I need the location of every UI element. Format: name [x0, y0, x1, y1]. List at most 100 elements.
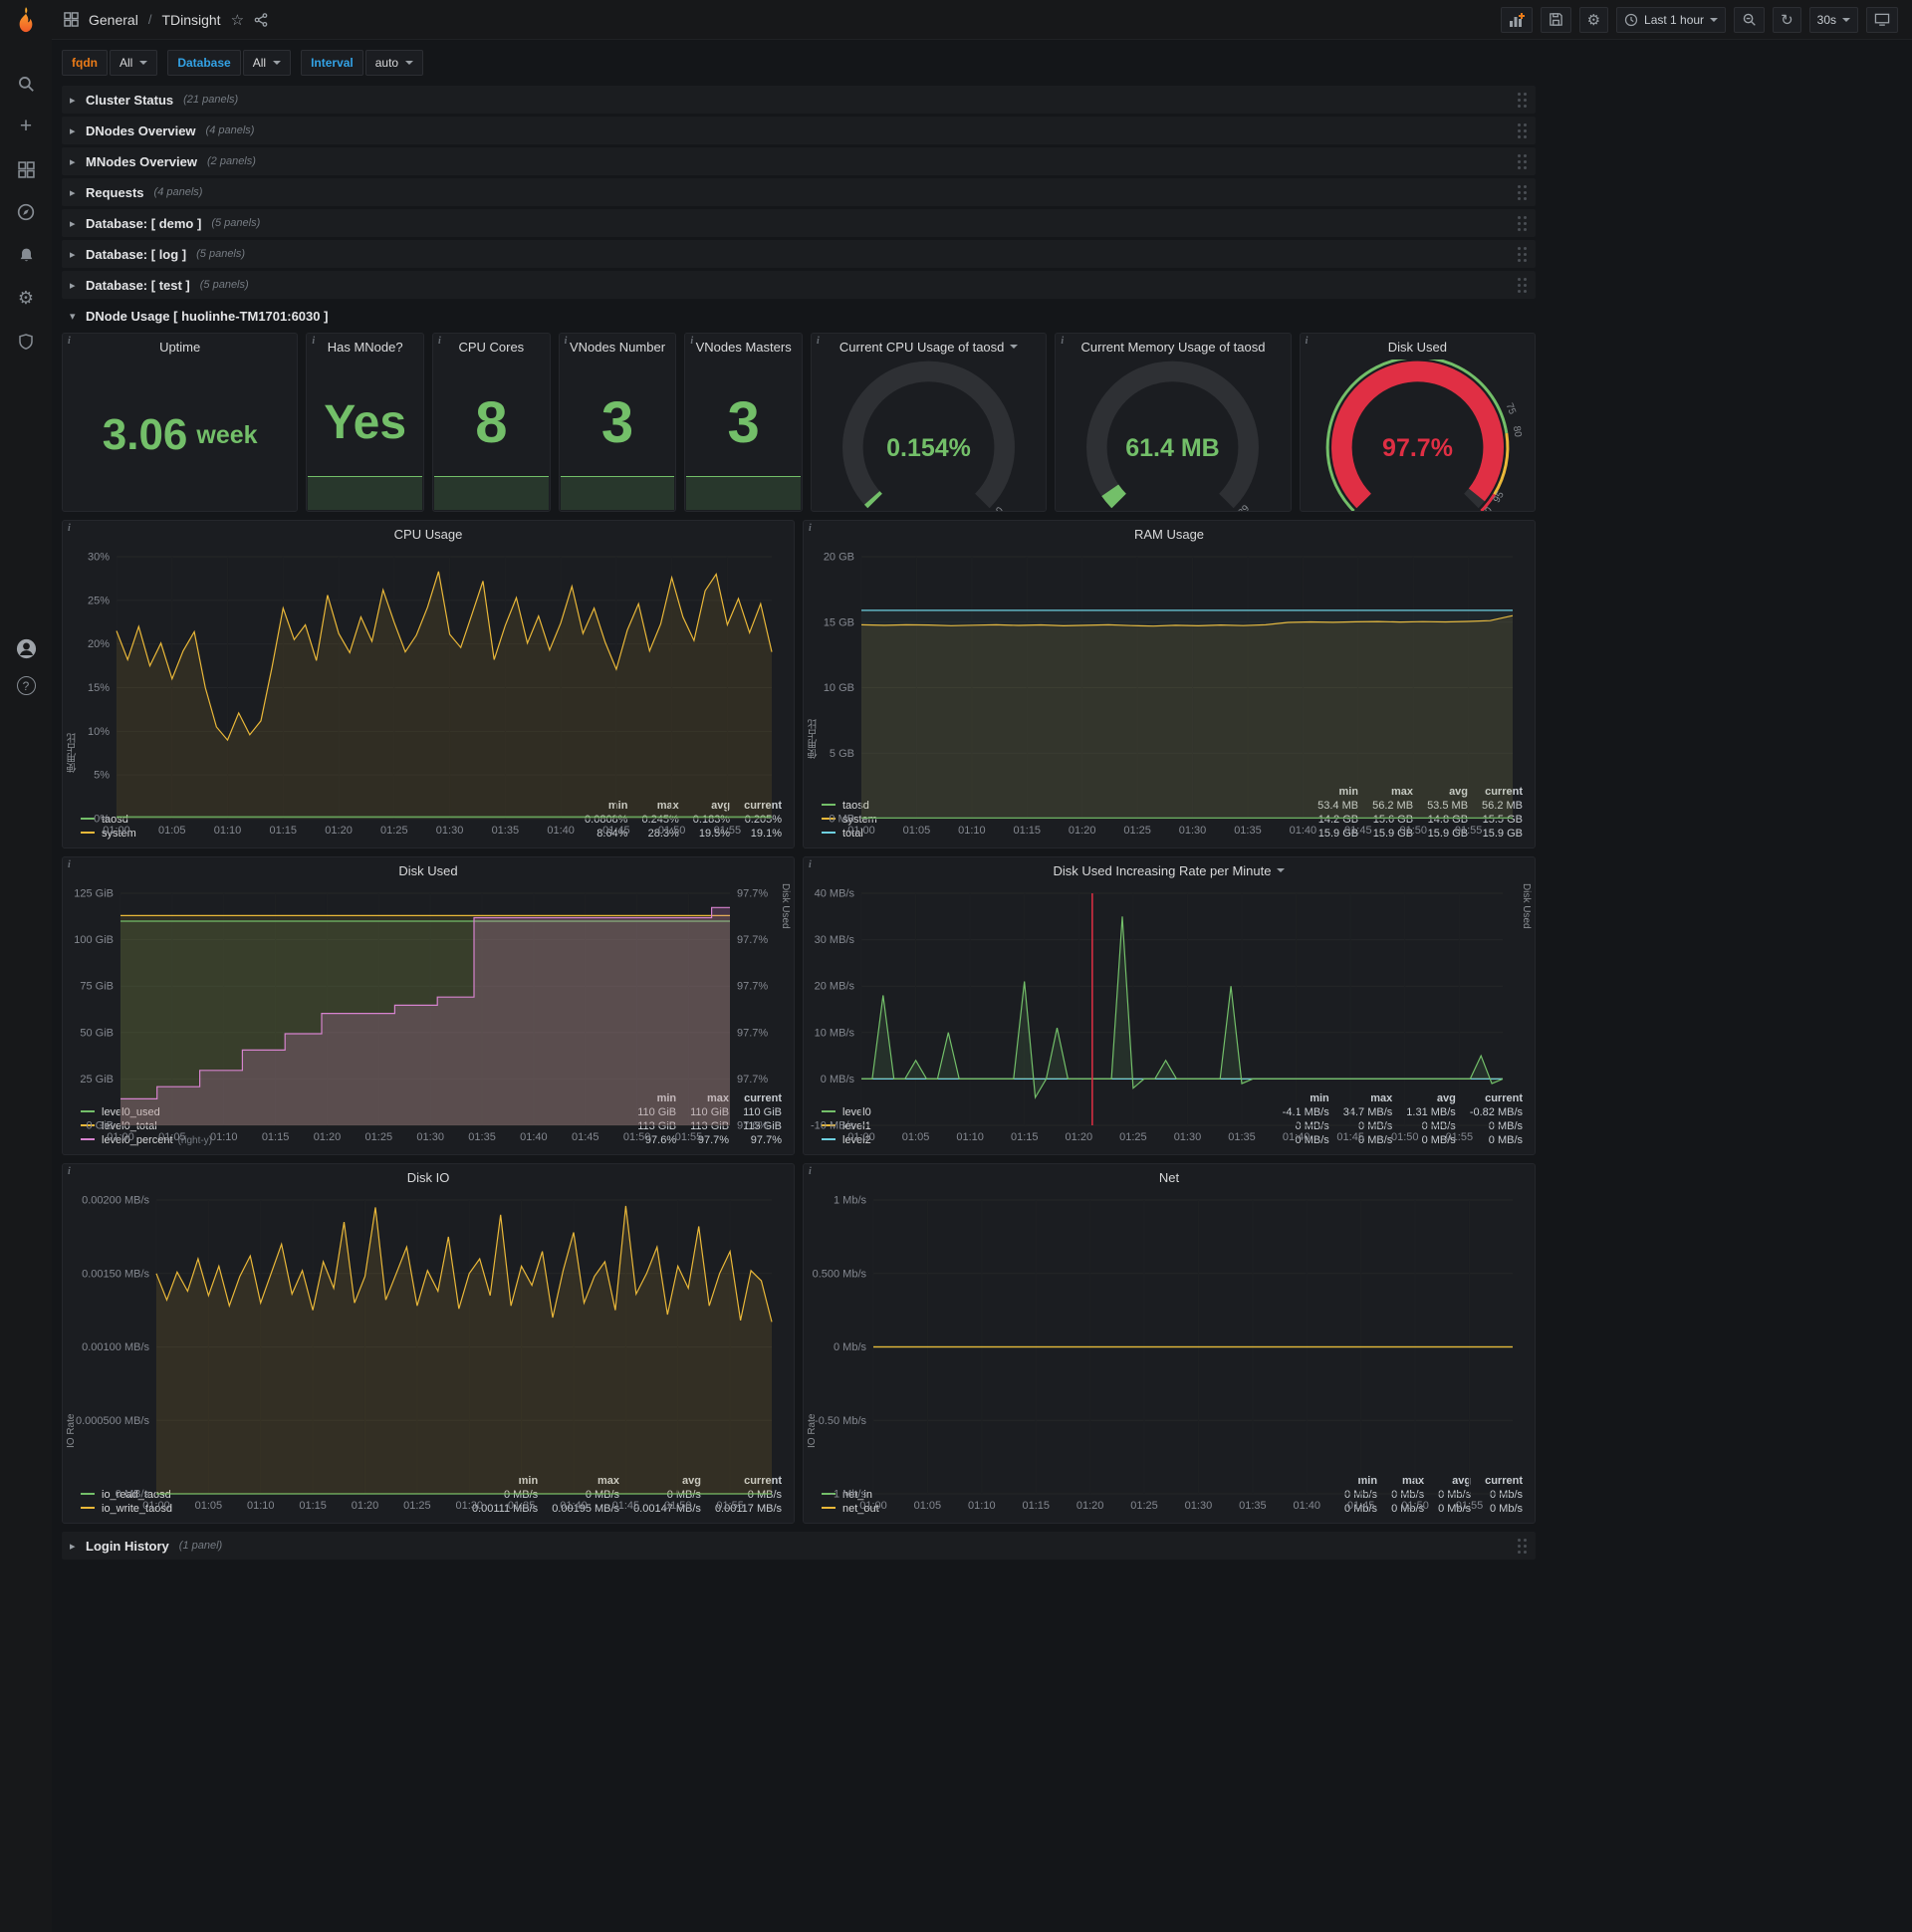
- dashboard-row-dnode-usage[interactable]: ▾ DNode Usage [ huolinhe-TM1701:6030 ]: [62, 302, 1536, 330]
- dashboard-row-mnodes-overview[interactable]: ▸ MNodes Overview (2 panels): [62, 147, 1536, 175]
- row-drag-handle[interactable]: [1518, 277, 1528, 293]
- chevron-right-icon: ▸: [70, 155, 76, 168]
- dashboard-settings-button[interactable]: ⚙: [1578, 6, 1609, 33]
- panel-title[interactable]: Has MNode?: [307, 334, 423, 360]
- svg-text:01:55: 01:55: [716, 1500, 744, 1512]
- time-range-picker[interactable]: Last 1 hour: [1616, 6, 1727, 33]
- breadcrumb-section[interactable]: General: [89, 12, 138, 28]
- svg-text:25%: 25%: [88, 595, 110, 606]
- panel-info-icon[interactable]: i: [68, 859, 71, 870]
- row-title: Database: [ test ]: [86, 277, 190, 293]
- configuration-gear-icon[interactable]: ⚙: [15, 287, 37, 309]
- panel-info-icon[interactable]: i: [809, 1166, 812, 1177]
- cycle-view-button[interactable]: [1866, 6, 1898, 33]
- dashboard-row-database-log[interactable]: ▸ Database: [ log ] (5 panels): [62, 240, 1536, 268]
- panel-title[interactable]: Current Memory Usage of taosd: [1056, 334, 1290, 360]
- row-drag-handle[interactable]: [1518, 122, 1528, 138]
- svg-text:01:35: 01:35: [1228, 1131, 1256, 1143]
- panel-info-icon[interactable]: i: [817, 336, 820, 347]
- panel-info-icon[interactable]: i: [68, 523, 71, 534]
- user-avatar[interactable]: [15, 637, 37, 659]
- breadcrumb-dashboard-title[interactable]: TDinsight: [161, 12, 220, 28]
- dashboard-row-cluster-status[interactable]: ▸ Cluster Status (21 panels): [62, 86, 1536, 114]
- panel-info-icon[interactable]: i: [809, 523, 812, 534]
- row-drag-handle[interactable]: [1518, 1538, 1528, 1554]
- alerting-bell-icon[interactable]: [15, 244, 37, 266]
- panel-info-icon[interactable]: i: [438, 336, 441, 347]
- panel-info-icon[interactable]: i: [1306, 336, 1309, 347]
- variable-database-value[interactable]: All: [242, 50, 292, 76]
- svg-text:01:10: 01:10: [214, 825, 242, 837]
- server-admin-shield-icon[interactable]: [15, 330, 37, 352]
- svg-text:97.7%: 97.7%: [737, 1027, 768, 1039]
- star-icon[interactable]: ☆: [231, 11, 244, 29]
- panel-title[interactable]: Uptime: [63, 334, 297, 360]
- row-drag-handle[interactable]: [1518, 184, 1528, 200]
- variable-interval-value[interactable]: auto: [364, 50, 424, 76]
- disk-io-graph[interactable]: 0.00200 MB/s 0.00150 MB/s 0.00100 MB/s 0.00…: [69, 1192, 788, 1512]
- dashboards-icon[interactable]: [15, 158, 37, 180]
- gauge-panel-cpu-usage: i Current CPU Usage of taosd 01000.154%: [810, 333, 1048, 512]
- svg-text:01:40: 01:40: [1293, 1500, 1320, 1512]
- panel-title[interactable]: VNodes Masters: [685, 334, 802, 360]
- panel-info-icon[interactable]: i: [312, 336, 315, 347]
- svg-text:10 MB/s: 10 MB/s: [815, 1027, 855, 1039]
- svg-text:01:15: 01:15: [299, 1500, 327, 1512]
- refresh-button[interactable]: ↻: [1773, 6, 1801, 33]
- share-icon[interactable]: [254, 12, 268, 27]
- panel-info-icon[interactable]: i: [1061, 336, 1064, 347]
- dashboard-row-database-demo[interactable]: ▸ Database: [ demo ] (5 panels): [62, 209, 1536, 237]
- ram-usage-graph[interactable]: 20 GB 15 GB 10 GB 5 GB 0 MB 01:00 01:05 01:10 01…: [810, 549, 1529, 837]
- svg-text:01:20: 01:20: [314, 1131, 342, 1143]
- add-panel-button[interactable]: [1500, 6, 1533, 33]
- svg-text:97.7%: 97.7%: [737, 934, 768, 946]
- svg-text:01:40: 01:40: [547, 825, 575, 837]
- panel-title[interactable]: Net: [804, 1164, 1535, 1190]
- grafana-logo[interactable]: [9, 5, 43, 39]
- variable-fqdn-value[interactable]: All: [110, 50, 158, 76]
- row-drag-handle[interactable]: [1518, 153, 1528, 169]
- dashboard-row-database-test[interactable]: ▸ Database: [ test ] (5 panels): [62, 271, 1536, 299]
- search-icon[interactable]: [15, 73, 37, 95]
- panel-info-icon[interactable]: i: [68, 1166, 71, 1177]
- panel-title[interactable]: CPU Usage: [63, 521, 794, 547]
- zoom-out-button[interactable]: [1734, 6, 1766, 33]
- panel-title[interactable]: Disk Used: [1301, 334, 1535, 360]
- panel-title[interactable]: Disk Used: [63, 857, 794, 883]
- panel-ram-usage: i RAM Usage 使用占比 20 GB 15 GB 10 GB 5 GB 0 MB…: [803, 520, 1536, 848]
- row-drag-handle[interactable]: [1518, 215, 1528, 231]
- panel-title[interactable]: CPU Cores: [433, 334, 550, 360]
- explore-compass-icon[interactable]: [15, 201, 37, 223]
- panel-info-icon[interactable]: i: [690, 336, 693, 347]
- row-drag-handle[interactable]: [1518, 246, 1528, 262]
- panel-title[interactable]: VNodes Number: [560, 334, 676, 360]
- help-icon[interactable]: ?: [16, 676, 36, 695]
- panel-title[interactable]: Current CPU Usage of taosd: [812, 334, 1046, 360]
- row-drag-handle[interactable]: [1518, 92, 1528, 108]
- panel-title[interactable]: Disk Used Increasing Rate per Minute: [804, 857, 1535, 883]
- svg-text:0: 0: [1099, 509, 1111, 511]
- disk-used-graph[interactable]: 125 GiB 97.7% 100 GiB 97.7% 75 GiB 97.7% 50 Gi…: [69, 885, 788, 1144]
- svg-text:15 GB: 15 GB: [824, 616, 854, 628]
- svg-text:-0.50 Mb/s: -0.50 Mb/s: [815, 1415, 866, 1427]
- panel-info-icon[interactable]: i: [68, 336, 71, 347]
- net-graph[interactable]: 1 Mb/s 0.500 Mb/s 0 Mb/s -0.50 Mb/s -1 Mb/s 0…: [810, 1192, 1529, 1512]
- dashboard-row-requests[interactable]: ▸ Requests (4 panels): [62, 178, 1536, 206]
- panel-info-icon[interactable]: i: [809, 859, 812, 870]
- cpu-usage-graph[interactable]: 30% 25% 20% 15% 10% 5% 0% 01:00 01:05 01:10 01:15 0…: [69, 549, 788, 837]
- dashboard-row-login-history[interactable]: ▸ Login History (1 panel): [62, 1532, 1536, 1560]
- panel-info-icon[interactable]: i: [565, 336, 568, 347]
- svg-text:01:35: 01:35: [492, 825, 520, 837]
- disk-rate-graph[interactable]: 40 MB/s 30 MB/s 20 MB/s 10 MB/s 0 MB/s -10 MB…: [810, 885, 1529, 1143]
- svg-text:01:30: 01:30: [1179, 825, 1207, 837]
- save-dashboard-button[interactable]: [1540, 6, 1571, 33]
- svg-text:01:40: 01:40: [520, 1131, 548, 1143]
- dashboard-grid-icon[interactable]: [64, 12, 79, 27]
- svg-text:97.7%: 97.7%: [1382, 434, 1453, 462]
- panel-title[interactable]: Disk IO: [63, 1164, 794, 1190]
- refresh-interval-picker[interactable]: 30s: [1808, 6, 1858, 33]
- svg-text:01:45: 01:45: [612, 1500, 640, 1512]
- create-plus-icon[interactable]: +: [15, 115, 37, 137]
- panel-title[interactable]: RAM Usage: [804, 521, 1535, 547]
- dashboard-row-dnodes-overview[interactable]: ▸ DNodes Overview (4 panels): [62, 117, 1536, 144]
